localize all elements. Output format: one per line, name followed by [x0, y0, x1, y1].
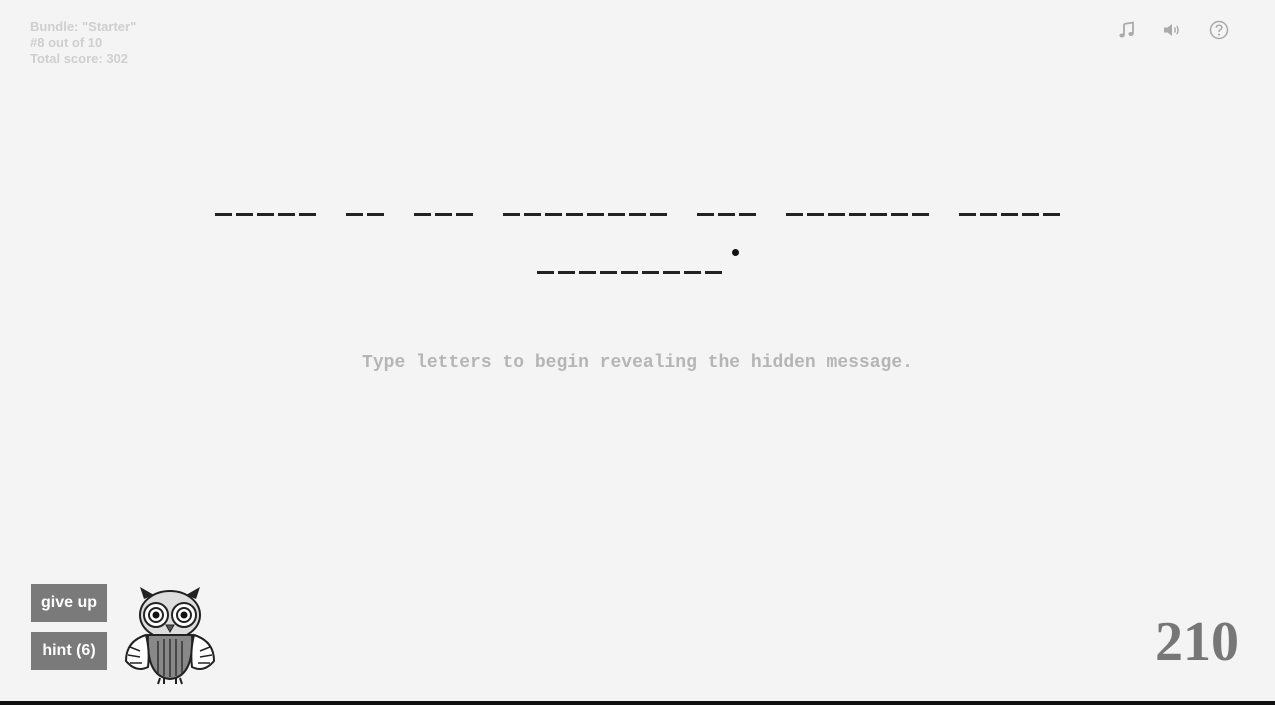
puzzle-word [215, 213, 316, 228]
letter-blank[interactable] [718, 213, 735, 216]
letter-blank[interactable] [641, 271, 659, 274]
letter-blank[interactable] [704, 271, 722, 274]
letter-blank[interactable] [891, 213, 908, 216]
puzzle-word [414, 213, 473, 228]
letter-blank[interactable] [346, 213, 363, 216]
puzzle-word [786, 213, 929, 228]
puzzle-score: 210 [1155, 611, 1239, 673]
letter-blank[interactable] [524, 213, 541, 216]
letter-blank[interactable] [980, 213, 997, 216]
owl-icon [124, 587, 216, 685]
letter-blank[interactable] [1043, 213, 1060, 216]
letter-blank[interactable] [566, 213, 583, 216]
puzzle-line [0, 228, 1275, 286]
letter-blank[interactable] [557, 271, 575, 274]
letter-blank[interactable] [849, 213, 866, 216]
letter-blank[interactable] [367, 213, 384, 216]
top-controls [1115, 18, 1231, 42]
letter-blank[interactable] [257, 213, 274, 216]
puzzle-word [536, 249, 739, 286]
letter-blank[interactable] [545, 213, 562, 216]
letter-blank[interactable] [807, 213, 824, 216]
instruction-text: Type letters to begin revealing the hidd… [362, 353, 913, 373]
letter-blank[interactable] [608, 213, 625, 216]
letter-blank[interactable] [697, 213, 714, 216]
puzzle-word [959, 213, 1060, 228]
letter-blank[interactable] [435, 213, 452, 216]
letter-blank[interactable] [786, 213, 803, 216]
bottom-bar [0, 701, 1275, 705]
letter-blank[interactable] [456, 213, 473, 216]
puzzle-word [697, 213, 756, 228]
game-stats: Bundle: "Starter" #8 out of 10 Total sco… [30, 19, 136, 67]
total-score: Total score: 302 [30, 51, 129, 66]
speaker-icon[interactable] [1161, 18, 1185, 42]
letter-blank[interactable] [1001, 213, 1018, 216]
letter-blank[interactable] [236, 213, 253, 216]
letter-blank[interactable] [959, 213, 976, 216]
letter-blank[interactable] [587, 213, 604, 216]
letter-blank[interactable] [536, 271, 554, 274]
letter-blank[interactable] [683, 271, 701, 274]
letter-blank[interactable] [739, 213, 756, 216]
letter-blank[interactable] [870, 213, 887, 216]
letter-blank[interactable] [278, 213, 295, 216]
hidden-message-puzzle[interactable] [0, 170, 1275, 286]
period-mark [731, 249, 739, 256]
letter-blank[interactable] [629, 213, 646, 216]
bundle-label: Bundle: "Starter" [30, 19, 137, 34]
letter-blank[interactable] [503, 213, 520, 216]
give-up-button[interactable]: give up [31, 584, 107, 622]
letter-blank[interactable] [299, 213, 316, 216]
puzzle-word [503, 213, 667, 228]
letter-blank[interactable] [650, 213, 667, 216]
letter-blank[interactable] [912, 213, 929, 216]
letter-blank[interactable] [1022, 213, 1039, 216]
letter-blank[interactable] [599, 271, 617, 274]
puzzle-progress: #8 out of 10 [30, 35, 103, 50]
music-note-icon[interactable] [1115, 18, 1139, 42]
letter-blank[interactable] [215, 213, 232, 216]
letter-blank[interactable] [414, 213, 431, 216]
letter-blank[interactable] [662, 271, 680, 274]
letter-blank[interactable] [828, 213, 845, 216]
puzzle-word [346, 213, 384, 228]
puzzle-line [0, 170, 1275, 228]
letter-blank[interactable] [578, 271, 596, 274]
hint-button[interactable]: hint (6) [31, 632, 107, 670]
letter-blank[interactable] [620, 271, 638, 274]
help-icon[interactable] [1207, 18, 1231, 42]
